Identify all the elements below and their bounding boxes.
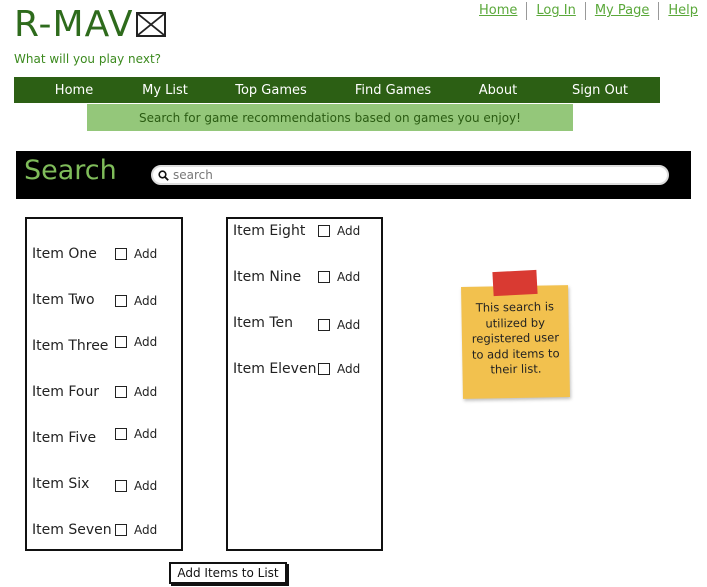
broken-image-icon (135, 12, 166, 37)
add-label: Add (337, 224, 361, 238)
add-checkbox[interactable] (318, 363, 330, 375)
tagline: What will you play next? (14, 52, 162, 66)
search-field[interactable] (151, 165, 669, 185)
nav-my-list[interactable]: My List (134, 83, 196, 98)
item-label: Item One (32, 246, 97, 262)
add-label: Add (134, 247, 158, 261)
add-label: Add (134, 294, 158, 308)
item-label: Item Eleven (233, 361, 317, 377)
add-label: Add (134, 385, 158, 399)
item-label: Item Two (32, 292, 95, 308)
item-label: Item Five (32, 430, 97, 446)
add-checkbox[interactable] (115, 480, 127, 492)
top-link-login[interactable]: Log In (526, 2, 584, 20)
nav-find-games[interactable]: Find Games (346, 83, 440, 98)
results-list-left: Item One Add Item Two Add Item Three Add… (25, 217, 183, 551)
top-link-help[interactable]: Help (658, 2, 707, 20)
results-list-right: Item Eight Add Item Nine Add Item Ten Ad… (226, 217, 383, 551)
add-label: Add (337, 362, 361, 376)
item-label: Item Four (32, 384, 100, 400)
add-label: Add (134, 479, 158, 493)
add-checkbox[interactable] (115, 295, 127, 307)
add-checkbox[interactable] (115, 386, 127, 398)
subheader-text: Search for game recommendations based on… (139, 110, 521, 125)
add-checkbox[interactable] (115, 248, 127, 260)
add-label: Add (337, 318, 361, 332)
nav-about[interactable]: About (440, 83, 556, 98)
top-link-my-page[interactable]: My Page (584, 2, 659, 20)
add-label: Add (134, 335, 158, 349)
search-input[interactable] (173, 168, 653, 182)
item-label: Item Three (32, 338, 109, 354)
item-label: Item Six (32, 476, 90, 492)
top-links: Home Log In My Page Help (470, 2, 707, 20)
tape-strip (492, 269, 538, 297)
add-checkbox[interactable] (318, 319, 330, 331)
item-label: Item Seven (32, 522, 112, 538)
add-checkbox[interactable] (115, 428, 127, 440)
add-checkbox[interactable] (115, 524, 127, 536)
logo-text: R-MAV (14, 4, 134, 45)
sticky-note: This search is utilized by registered us… (461, 285, 570, 399)
search-title: Search (24, 155, 117, 186)
add-checkbox[interactable] (318, 271, 330, 283)
add-label: Add (134, 427, 158, 441)
top-link-home[interactable]: Home (470, 2, 526, 20)
add-items-button[interactable]: Add Items to List (169, 562, 287, 584)
sticky-note-text: This search is utilized by registered us… (471, 299, 560, 377)
nav-sign-out[interactable]: Sign Out (556, 83, 644, 98)
main-nav: Home My List Top Games Find Games About … (14, 77, 660, 103)
add-label: Add (134, 523, 158, 537)
search-icon (158, 169, 169, 181)
nav-top-games[interactable]: Top Games (196, 83, 346, 98)
add-checkbox[interactable] (115, 336, 127, 348)
search-section: Search (16, 151, 691, 199)
subheader-banner: Search for game recommendations based on… (87, 104, 573, 131)
item-label: Item Eight (233, 223, 306, 239)
add-checkbox[interactable] (318, 225, 330, 237)
item-label: Item Nine (233, 269, 302, 285)
item-label: Item Ten (233, 315, 293, 331)
nav-home[interactable]: Home (14, 83, 134, 98)
site-logo[interactable]: R-MAV (14, 4, 166, 45)
add-label: Add (337, 270, 361, 284)
